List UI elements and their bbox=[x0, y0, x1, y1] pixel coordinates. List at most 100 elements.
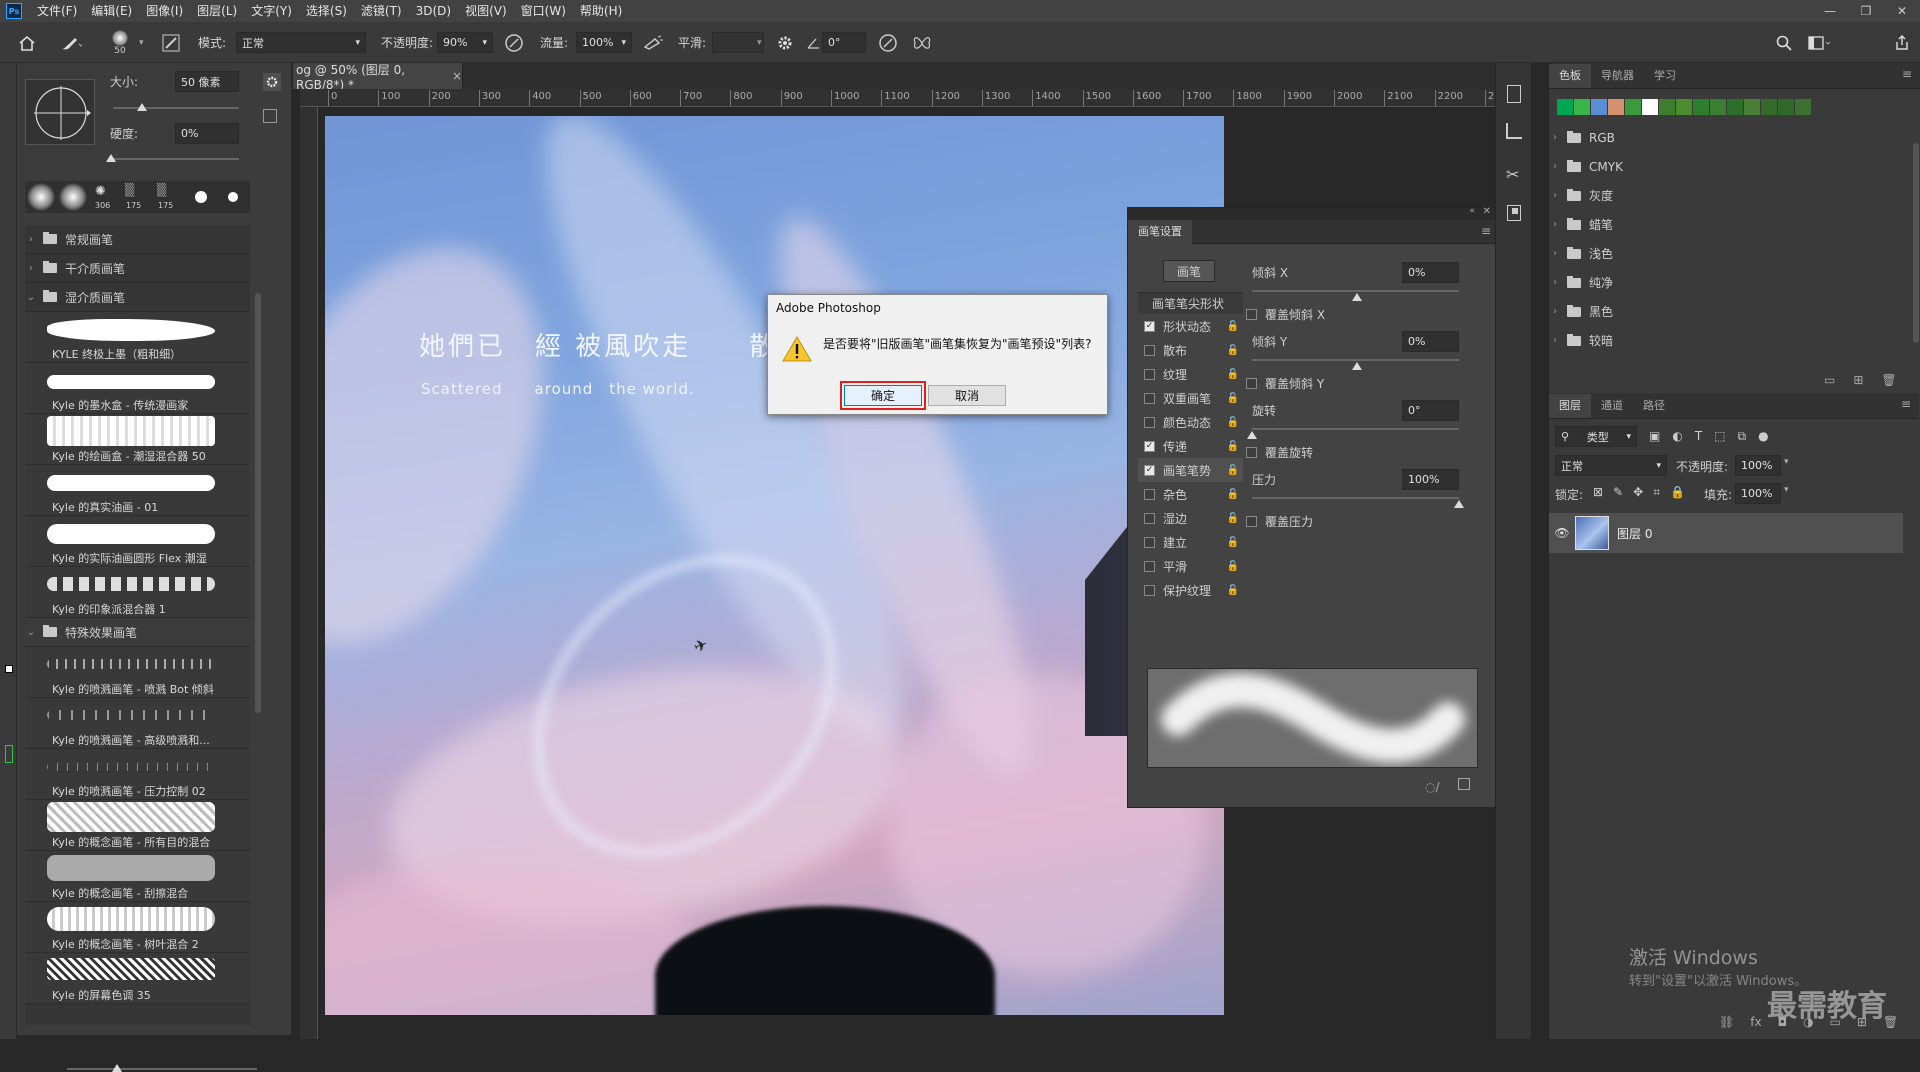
mode-select[interactable]: 正常 ▾ bbox=[236, 32, 366, 53]
brush-item[interactable]: Kyle 的真实油画 - 01 bbox=[25, 465, 250, 516]
brush-group-dry[interactable]: › 干介质画笔 bbox=[25, 254, 250, 283]
fill-field[interactable]: 100% bbox=[1735, 483, 1781, 504]
photoshop-logo-icon[interactable]: Ps bbox=[6, 3, 22, 19]
brush-group-general[interactable]: › 常规画笔 bbox=[25, 225, 250, 254]
rotation-field[interactable]: 0° bbox=[1402, 400, 1459, 421]
history-icon[interactable] bbox=[1507, 85, 1521, 103]
lock-move-icon[interactable]: ✥ bbox=[1633, 485, 1643, 500]
brush-item[interactable]: Kyle 的印象派混合器 1 bbox=[25, 567, 250, 618]
chevron-down-icon[interactable]: ▾ bbox=[139, 22, 144, 63]
swatch[interactable] bbox=[1727, 99, 1743, 115]
override-tilt-y[interactable]: 覆盖倾斜 Y bbox=[1246, 373, 1324, 393]
brush-item[interactable]: Kyle 的喷溅画笔 - 压力控制 02 bbox=[25, 749, 250, 800]
pressure-knob[interactable] bbox=[1454, 500, 1464, 508]
fx-icon[interactable]: fx bbox=[1750, 1015, 1761, 1029]
lock-icon[interactable]: 🔓 bbox=[1227, 321, 1239, 332]
collapse-icon[interactable]: « bbox=[1469, 206, 1475, 216]
option-wet-edges[interactable]: 湿边 🔓 bbox=[1138, 506, 1243, 530]
panel-titlebar[interactable]: « ✕ bbox=[1128, 206, 1497, 220]
hardness-slider[interactable] bbox=[113, 158, 239, 160]
menu-image[interactable]: 图像(I) bbox=[139, 0, 190, 22]
rotation-knob[interactable] bbox=[1247, 431, 1257, 439]
tilt-x-slider[interactable] bbox=[1252, 290, 1459, 292]
preview-size-slider[interactable] bbox=[67, 1068, 257, 1070]
brush-item[interactable]: Kyle 的概念画笔 - 所有目的混合 bbox=[25, 800, 250, 851]
mask-icon[interactable]: ◘ bbox=[1778, 1015, 1788, 1029]
option-transfer[interactable]: ✓ 传递 🔓 bbox=[1138, 434, 1243, 458]
menu-layer[interactable]: 图层(L) bbox=[190, 0, 244, 22]
new-swatch-icon[interactable]: ⊞ bbox=[1853, 373, 1863, 387]
swatch-folder-light[interactable]: › 浅色 bbox=[1549, 239, 1911, 268]
pressure-size-icon[interactable] bbox=[878, 22, 898, 63]
brush-item[interactable]: Kyle 的绘画盒 - 潮湿混合器 50 bbox=[25, 414, 250, 465]
link-icon[interactable]: ⛓ bbox=[1719, 1015, 1734, 1029]
clone-source-icon[interactable] bbox=[1506, 123, 1522, 139]
brush-tool-icon[interactable] bbox=[60, 22, 82, 63]
lock-all-icon[interactable]: 🔒 bbox=[1670, 485, 1685, 500]
gear-icon[interactable] bbox=[263, 73, 281, 91]
swatch[interactable] bbox=[1693, 99, 1709, 115]
minimize-button[interactable]: — bbox=[1812, 0, 1848, 22]
brush-group-special[interactable]: ⌄ 特殊效果画笔 bbox=[25, 618, 250, 647]
swatch-folder-rgb[interactable]: › RGB bbox=[1549, 123, 1911, 152]
soft-brush-icon[interactable] bbox=[27, 183, 55, 211]
pressure-slider[interactable] bbox=[1252, 497, 1459, 499]
texture-brush-icon[interactable]: ▒ 175 bbox=[155, 183, 183, 211]
swatch-folder-darker[interactable]: › 较暗 bbox=[1549, 326, 1911, 355]
cancel-button[interactable]: 取消 bbox=[928, 385, 1006, 406]
shape-filter-icon[interactable]: ⬚ bbox=[1714, 429, 1725, 444]
lock-icon[interactable]: 🔓 bbox=[1227, 585, 1239, 596]
libraries-icon[interactable] bbox=[1507, 205, 1521, 221]
airbrush-icon[interactable] bbox=[642, 22, 664, 63]
lock-icon[interactable]: 🔓 bbox=[1227, 417, 1239, 428]
close-icon[interactable]: × bbox=[452, 69, 462, 83]
menu-3d[interactable]: 3D(D) bbox=[409, 0, 458, 22]
close-icon[interactable]: ✕ bbox=[1483, 206, 1491, 217]
brush-item[interactable]: Kyle 的屏幕色调 35 bbox=[25, 953, 250, 1004]
close-window-button[interactable]: ✕ bbox=[1884, 0, 1920, 22]
opacity-field[interactable]: 90% ▾ bbox=[437, 32, 493, 53]
quick-mask-icon[interactable] bbox=[5, 745, 13, 763]
tilt-y-field[interactable]: 0% bbox=[1402, 331, 1459, 352]
workspace-icon[interactable] bbox=[1808, 22, 1832, 63]
option-build-up[interactable]: 建立 🔓 bbox=[1138, 530, 1243, 554]
layer-opacity-field[interactable]: 100% bbox=[1735, 455, 1781, 476]
lock-icon[interactable]: 🔓 bbox=[1227, 513, 1239, 524]
splatter-brush-icon[interactable]: ✺ 306 bbox=[91, 183, 119, 211]
menu-file[interactable]: 文件(F) bbox=[30, 0, 84, 22]
trash-icon[interactable]: 🗑 bbox=[1881, 373, 1896, 387]
brush-item[interactable]: Kyle 的喷溅画笔 - 喷溅 Bot 倾斜 bbox=[25, 647, 250, 698]
tilt-x-field[interactable]: 0% bbox=[1402, 262, 1459, 283]
swatch[interactable] bbox=[1625, 99, 1641, 115]
option-brush-pose[interactable]: ✓ 画笔笔势 🔓 bbox=[1138, 458, 1243, 482]
brush-item[interactable]: Kyle 的概念画笔 - 树叶混合 2 bbox=[25, 902, 250, 953]
swatch-folder-pure[interactable]: › 纯净 bbox=[1549, 268, 1911, 297]
swatch[interactable] bbox=[1761, 99, 1777, 115]
brush-item[interactable]: Kyle 的墨水盒 - 传统漫画家 bbox=[25, 363, 250, 414]
tilt-y-slider[interactable] bbox=[1252, 359, 1459, 361]
lock-icon[interactable]: 🔓 bbox=[1227, 441, 1239, 452]
lock-icon[interactable]: 🔓 bbox=[1227, 561, 1239, 572]
option-protect-texture[interactable]: 保护纹理 🔓 bbox=[1138, 578, 1243, 602]
menu-edit[interactable]: 编辑(E) bbox=[84, 0, 139, 22]
swatch-folder-cmyk[interactable]: › CMYK bbox=[1549, 152, 1911, 181]
adjustment-icon[interactable]: ◑ bbox=[1803, 1015, 1813, 1029]
option-color-dynamics[interactable]: 颜色动态 🔓 bbox=[1138, 410, 1243, 434]
option-scattering[interactable]: 散布 🔓 bbox=[1138, 338, 1243, 362]
lock-icon[interactable]: 🔓 bbox=[1227, 345, 1239, 356]
filter-toggle-icon[interactable]: ● bbox=[1758, 429, 1768, 444]
swatch[interactable] bbox=[1659, 99, 1675, 115]
swatch[interactable] bbox=[1608, 99, 1624, 115]
brush-preview-toggle-icon[interactable]: ◌/ bbox=[1425, 780, 1440, 794]
panel-menu-icon[interactable]: ≡ bbox=[1901, 397, 1911, 411]
lock-icon[interactable]: 🔓 bbox=[1227, 369, 1239, 380]
visibility-eye-icon[interactable]: 👁 bbox=[1549, 526, 1575, 540]
tilt-x-knob[interactable] bbox=[1352, 293, 1362, 301]
document-tab[interactable]: og @ 50% (图层 0, RGB/8*) * × bbox=[293, 63, 463, 92]
brush-list-scrollbar[interactable] bbox=[255, 293, 261, 713]
tab-layers[interactable]: 图层 bbox=[1549, 394, 1591, 418]
menu-help[interactable]: 帮助(H) bbox=[573, 0, 629, 22]
hard-brush-icon[interactable] bbox=[187, 183, 215, 211]
rotation-slider[interactable] bbox=[1252, 428, 1459, 430]
tools-icon[interactable]: ✂ bbox=[1506, 165, 1519, 184]
